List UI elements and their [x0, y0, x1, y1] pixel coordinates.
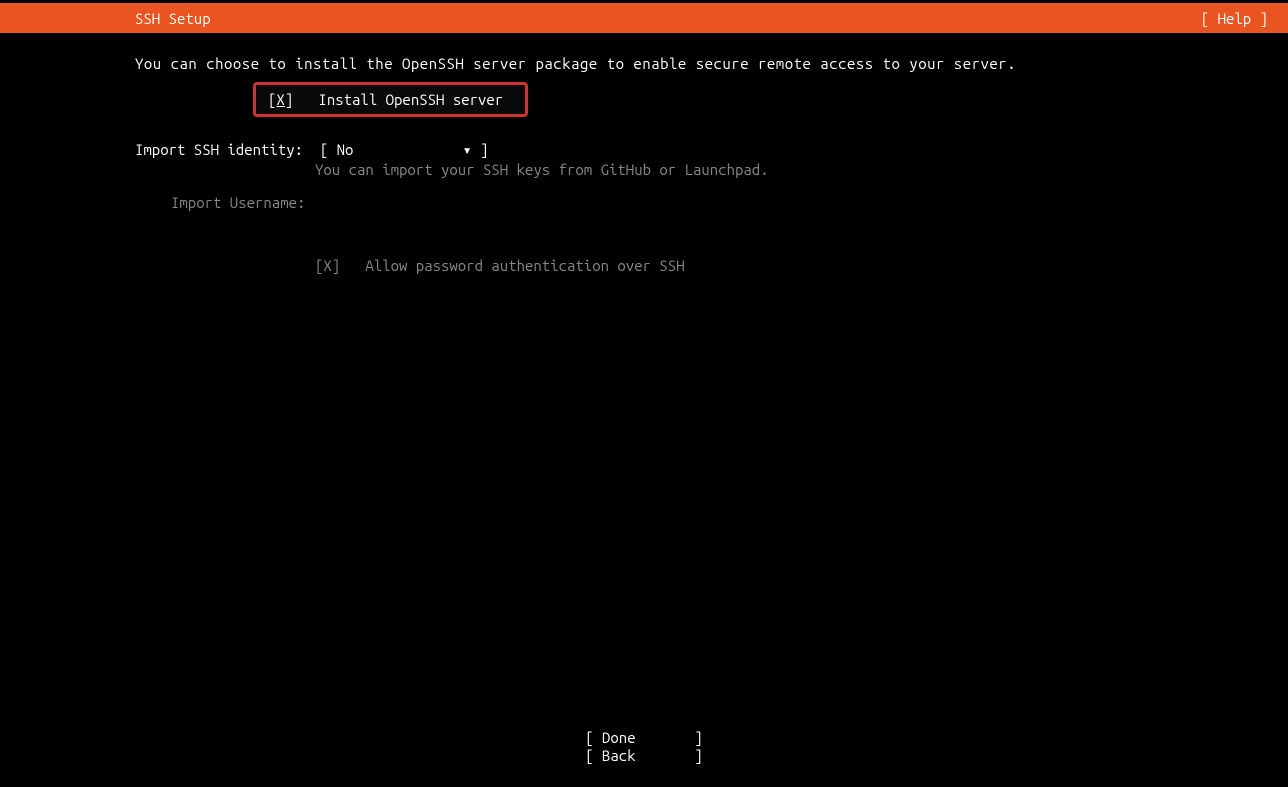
back-button[interactable]: [ Back ]	[0, 747, 1288, 765]
checkbox-mark: X	[276, 91, 284, 108]
password-auth-checkbox[interactable]: [X]	[315, 257, 340, 274]
header-bar: SSH Setup [ Help ]	[0, 3, 1288, 33]
help-button[interactable]: [ Help ]	[1201, 10, 1278, 27]
dropdown-bracket-close: ]	[472, 141, 489, 158]
chevron-down-icon: ▾	[463, 141, 472, 158]
install-openssh-label: Install OpenSSH server	[318, 91, 503, 108]
password-auth-row: [X] Allow password authentication over S…	[315, 257, 1288, 274]
import-identity-row: Import SSH identity: [ No ▾ ]	[135, 141, 1288, 159]
install-openssh-highlight: [X] Install OpenSSH server	[253, 82, 528, 117]
dropdown-bracket-open: [	[320, 141, 337, 158]
description-text: You can choose to install the OpenSSH se…	[135, 55, 1288, 72]
password-auth-label: Allow password authentication over SSH	[365, 257, 684, 274]
checkbox-bracket-close: ]	[285, 91, 293, 108]
import-username-label: Import Username:	[171, 194, 305, 211]
footer: [ Done ] [ Back ]	[0, 729, 1288, 765]
dropdown-value: No	[337, 141, 354, 158]
install-openssh-checkbox[interactable]: [X] Install OpenSSH server	[268, 91, 503, 108]
import-username-row: Import Username:	[171, 194, 1288, 211]
import-identity-dropdown[interactable]: [ No ▾ ]	[320, 141, 489, 159]
dropdown-spacer	[353, 141, 462, 158]
main-content: You can choose to install the OpenSSH se…	[0, 33, 1288, 274]
page-title: SSH Setup	[10, 10, 211, 27]
import-identity-hint: You can import your SSH keys from GitHub…	[315, 161, 1288, 178]
import-identity-label: Import SSH identity:	[135, 141, 320, 159]
done-button[interactable]: [ Done ]	[0, 729, 1288, 747]
